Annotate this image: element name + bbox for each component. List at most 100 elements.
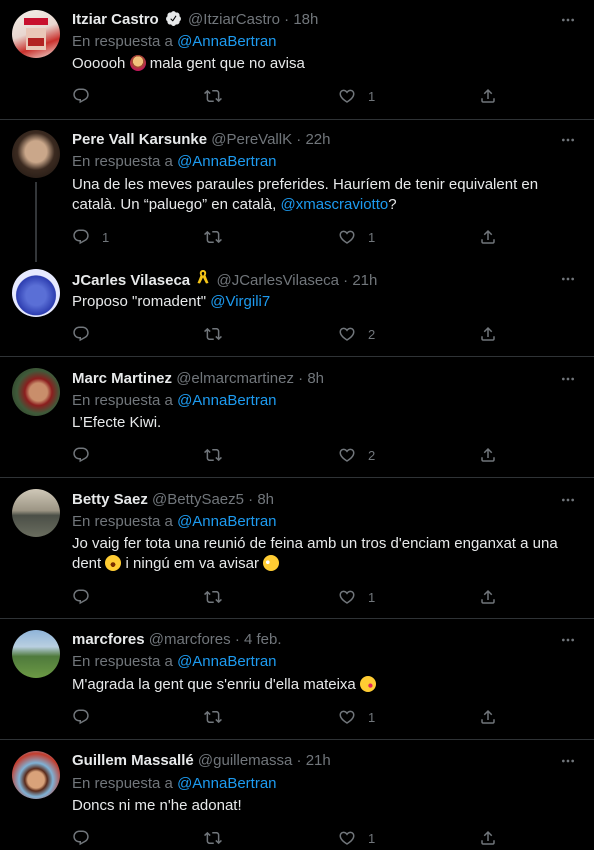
verified-icon [165,10,182,33]
retweet-button[interactable] [204,227,234,247]
like-button[interactable]: 1 [338,828,375,848]
display-name[interactable]: marcfores [72,631,145,648]
tweet[interactable]: Pere Vall Karsunke @PereVallK · 22h En r… [0,120,594,262]
handle[interactable]: @marcfores [149,631,231,648]
reply-button[interactable] [72,86,102,106]
reply-prefix: En respuesta a [72,653,173,670]
mention-link[interactable]: @xmascraviotto [280,196,388,213]
reply-icon [72,87,90,105]
dot: · [296,131,302,148]
avatar[interactable] [12,751,60,799]
reply-button[interactable] [72,445,102,465]
tweet[interactable]: Betty Saez @BettySaez5 · 8h En respuesta… [0,478,594,618]
reply-prefix: En respuesta a [72,392,173,409]
reply-button[interactable] [72,707,102,727]
reply-icon [72,325,90,343]
retweet-button[interactable] [204,828,234,848]
like-button[interactable]: 2 [338,445,375,465]
more-icon[interactable] [560,369,576,389]
more-icon[interactable] [560,130,576,150]
avatar[interactable] [12,489,60,537]
handle[interactable]: @PereVallK [211,131,292,148]
dot: · [234,631,240,648]
display-name[interactable]: Betty Saez [72,491,148,508]
share-button[interactable] [479,828,497,848]
tweet[interactable]: JCarles Vilaseca @JCarlesVilaseca · 21h … [0,259,594,356]
reply-prefix: En respuesta a [72,153,173,170]
more-icon[interactable] [560,751,576,771]
handle[interactable]: @elmarcmartinez [176,370,294,387]
display-name[interactable]: Pere Vall Karsunke [72,131,207,148]
handle[interactable]: @guillemassa [198,752,292,769]
like-button[interactable]: 1 [338,587,375,607]
reply-context: En respuesta a @AnnaBertran [72,774,277,794]
like-button[interactable]: 1 [338,86,375,106]
reply-button[interactable]: 1 [72,227,109,247]
timestamp[interactable]: 18h [293,11,318,28]
like-icon [338,588,356,606]
share-button[interactable] [479,324,497,344]
tweet[interactable]: Itziar Castro @ItziarCastro · 18h En res… [0,0,594,119]
like-icon [338,829,356,847]
timestamp[interactable]: 8h [307,370,324,387]
more-icon[interactable] [560,630,576,650]
avatar[interactable] [12,368,60,416]
reply-button[interactable] [72,587,102,607]
mention-link[interactable]: @AnnaBertran [177,653,276,670]
tweet[interactable]: marcfores @marcfores · 4 feb. En respues… [0,619,594,739]
mention-link[interactable]: @AnnaBertran [177,392,276,409]
retweet-button[interactable] [204,445,234,465]
share-icon [479,87,497,105]
like-button[interactable]: 1 [338,707,375,727]
retweet-button[interactable] [204,707,234,727]
retweet-button[interactable] [204,86,234,106]
timestamp[interactable]: 8h [257,491,274,508]
retweet-button[interactable] [204,324,234,344]
avatar[interactable] [12,130,60,178]
avatar-image [24,18,48,50]
retweet-icon [204,708,222,726]
tweet[interactable]: Guillem Massallé @guillemassa · 21h En r… [0,740,594,850]
display-name[interactable]: JCarles Vilaseca [72,272,190,289]
share-button[interactable] [479,227,497,247]
share-button[interactable] [479,587,497,607]
tweet[interactable]: Marc Martinez @elmarcmartinez · 8h En re… [0,357,594,477]
timestamp[interactable]: 21h [352,272,377,289]
more-icon[interactable] [560,490,576,510]
action-bar: 1 [72,707,502,727]
more-icon[interactable] [560,269,576,289]
like-button[interactable]: 1 [338,227,375,247]
share-button[interactable] [479,445,497,465]
tweet-text-part: mala gent que no avisa [149,55,305,72]
action-bar: 2 [72,445,502,465]
handle[interactable]: @BettySaez5 [152,491,244,508]
timestamp[interactable]: 21h [306,752,331,769]
share-button[interactable] [479,86,497,106]
avatar[interactable] [12,630,60,678]
timestamp[interactable]: 22h [305,131,330,148]
handle[interactable]: @ItziarCastro [188,11,280,28]
mention-link[interactable]: @AnnaBertran [177,33,276,50]
share-button[interactable] [479,707,497,727]
tweet-text: M'agrada la gent que s'enriu d'ella mate… [72,675,572,695]
mention-link[interactable]: @AnnaBertran [177,775,276,792]
mention-link[interactable]: @AnnaBertran [177,513,276,530]
retweet-button[interactable] [204,587,234,607]
mention-link[interactable]: @Virgili7 [210,293,270,310]
like-button[interactable]: 2 [338,324,375,344]
avatar[interactable] [12,10,60,58]
tweet-text-part: M'agrada la gent que s'enriu d'ella mate… [72,676,356,693]
display-name[interactable]: Itziar Castro [72,11,159,28]
more-icon[interactable] [560,10,576,30]
timestamp[interactable]: 4 feb. [244,631,282,648]
mention-link[interactable]: @AnnaBertran [177,153,276,170]
tweet-header: Marc Martinez @elmarcmartinez · 8h [72,369,324,389]
display-name[interactable]: Marc Martinez [72,370,172,387]
handle[interactable]: @JCarlesVilaseca [217,272,340,289]
avatar[interactable] [12,269,60,317]
reply-button[interactable] [72,324,102,344]
reply-button[interactable] [72,828,102,848]
display-name[interactable]: Guillem Massallé [72,752,194,769]
reply-icon [72,228,90,246]
like-count: 1 [368,589,376,605]
